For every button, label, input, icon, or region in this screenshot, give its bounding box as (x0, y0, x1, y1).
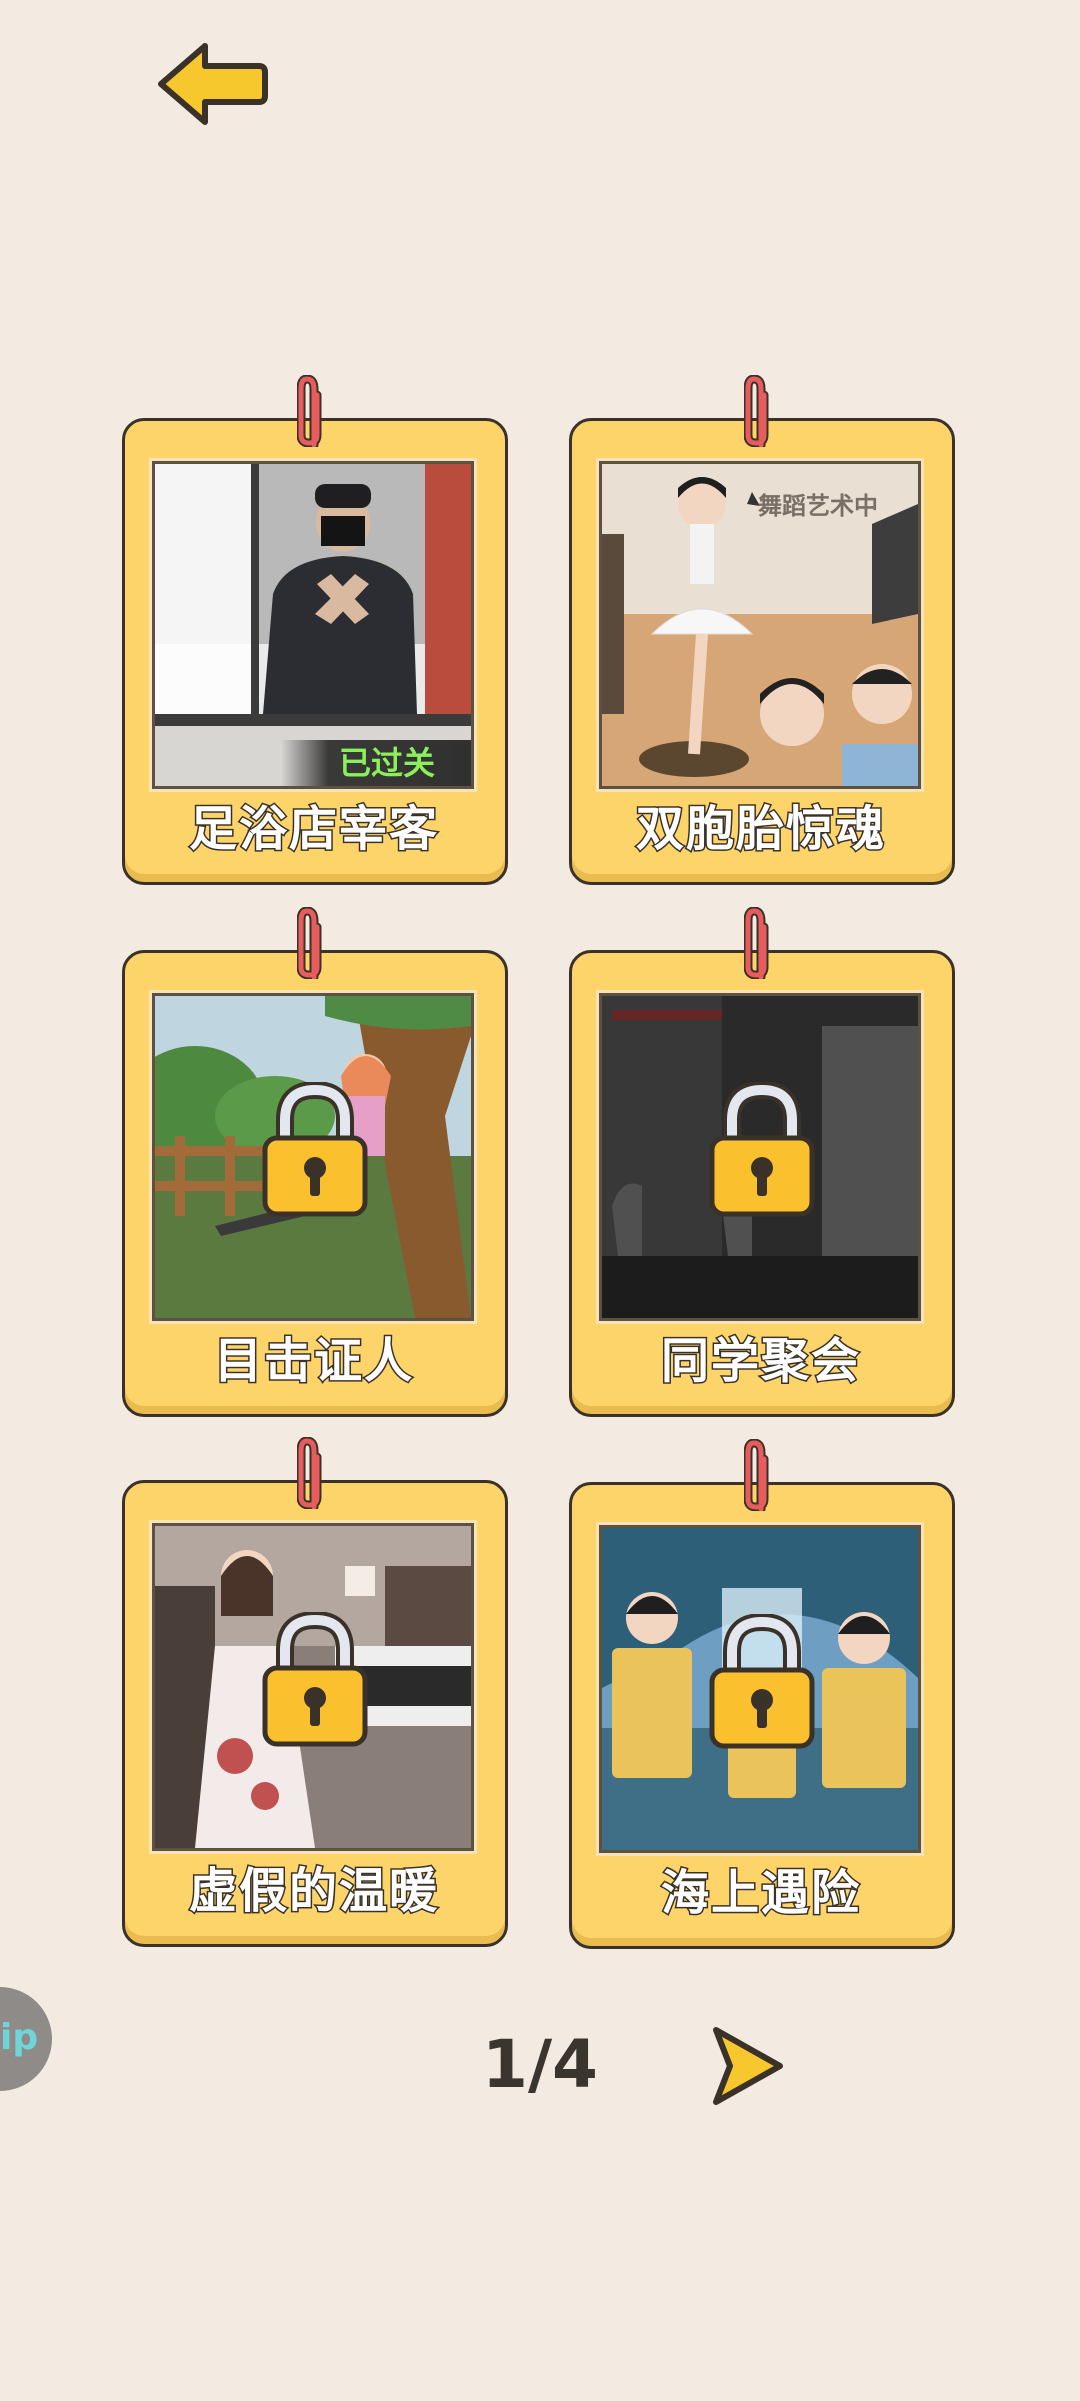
page-indicator: 1/4 (482, 2026, 598, 2103)
level-thumbnail: 舞蹈艺术中 (599, 461, 921, 789)
level-card-6[interactable]: 海上遇险 (569, 1439, 955, 1949)
passed-badge: 已过关 (281, 740, 471, 786)
floating-assistant-label: ip (0, 2017, 39, 2058)
level-title: 目击证人 (212, 1332, 414, 1391)
level-card-3[interactable]: 目击证人 (122, 907, 508, 1417)
level-card-5[interactable]: 虚假的温暖 (122, 1437, 508, 1947)
paper-clip-icon (297, 1437, 322, 1509)
level-card-4[interactable]: 同学聚会 (569, 907, 955, 1417)
level-thumbnail (152, 1523, 474, 1851)
level-title: 双胞胎惊魂 (634, 800, 886, 859)
level-title: 虚假的温暖 (187, 1862, 439, 1921)
paper-clip-icon (297, 375, 322, 447)
paper-clip-icon (297, 907, 322, 979)
level-title: 足浴店宰客 (187, 800, 439, 859)
lock-icon (709, 1082, 815, 1217)
paper-clip-icon (744, 1439, 769, 1511)
level-thumbnail (152, 993, 474, 1321)
back-button[interactable] (155, 38, 270, 130)
back-arrow-icon (158, 43, 268, 125)
next-arrow-icon (713, 2027, 783, 2105)
level-title: 同学聚会 (659, 1332, 861, 1391)
lock-icon (262, 1612, 368, 1747)
level-thumbnail (599, 1525, 921, 1853)
level-title: 海上遇险 (659, 1864, 861, 1923)
next-page-button[interactable] (708, 2022, 788, 2110)
lock-icon (709, 1614, 815, 1749)
lock-icon (262, 1082, 368, 1217)
level-thumbnail (599, 993, 921, 1321)
paper-clip-icon (744, 375, 769, 447)
paper-clip-icon (744, 907, 769, 979)
level-card-2[interactable]: 舞蹈艺术中 双胞胎惊魂 (569, 375, 955, 885)
floating-assistant-button[interactable]: ip (0, 1987, 52, 2091)
dance-studio-sign: 舞蹈艺术中 (758, 492, 878, 520)
level-thumbnail: 已过关 (152, 461, 474, 789)
level-card-1[interactable]: 已过关 足浴店宰客 (122, 375, 508, 885)
